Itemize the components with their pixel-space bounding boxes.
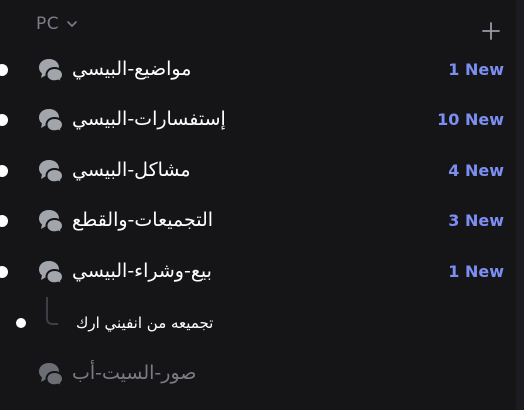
- channel-name: مواضيع-البيسي: [72, 58, 192, 80]
- unread-indicator: [0, 266, 8, 278]
- channel-name: إستفسارات-البيسي: [72, 108, 226, 130]
- channel-row[interactable]: مواضيع-البيسي 1 New: [0, 50, 516, 90]
- forum-icon: [39, 363, 65, 387]
- unread-indicator: [16, 318, 26, 328]
- channel-name: التجميعات-والقطع: [72, 209, 214, 231]
- thread-name: تجميعه من انفيني ارك: [76, 314, 214, 332]
- unread-indicator: [0, 165, 8, 177]
- forum-icon: [39, 210, 65, 234]
- channel-row[interactable]: التجميعات-والقطع 3 New: [0, 201, 516, 241]
- scrollbar-track[interactable]: [516, 0, 524, 410]
- channel-row[interactable]: إستفسارات-البيسي 10 New: [0, 100, 516, 140]
- unread-indicator: [0, 215, 8, 227]
- channel-row[interactable]: بيع-وشراء-البيسي 1 New: [0, 252, 516, 292]
- chevron-down-icon: [67, 21, 77, 27]
- channel-row-muted[interactable]: صور-السيت-أب: [0, 354, 516, 394]
- channel-name: مشاكل-البيسي: [72, 159, 191, 181]
- forum-icon: [39, 261, 65, 285]
- thread-row[interactable]: تجميعه من انفيني ارك: [0, 297, 516, 343]
- channel-row[interactable]: مشاكل-البيسي 4 New: [0, 151, 516, 191]
- channel-list-panel: PC مواضيع-البيسي 1 New إستفسارات-البيسي …: [0, 0, 524, 410]
- unread-indicator: [0, 114, 8, 126]
- plus-icon[interactable]: [482, 22, 500, 40]
- category-label: PC: [36, 14, 60, 34]
- category-header-pc[interactable]: PC: [36, 14, 78, 34]
- new-messages-badge: 3 New: [448, 211, 504, 230]
- new-messages-badge: 1 New: [448, 262, 504, 281]
- new-messages-badge: 4 New: [448, 161, 504, 180]
- thread-connector: [46, 297, 58, 325]
- forum-icon: [39, 160, 65, 184]
- channel-name: صور-السيت-أب: [72, 362, 197, 384]
- forum-icon: [39, 109, 65, 133]
- new-messages-badge: 10 New: [437, 110, 504, 129]
- forum-icon: [39, 59, 65, 83]
- new-messages-badge: 1 New: [448, 60, 504, 79]
- unread-indicator: [0, 64, 8, 76]
- channel-name: بيع-وشراء-البيسي: [72, 260, 212, 282]
